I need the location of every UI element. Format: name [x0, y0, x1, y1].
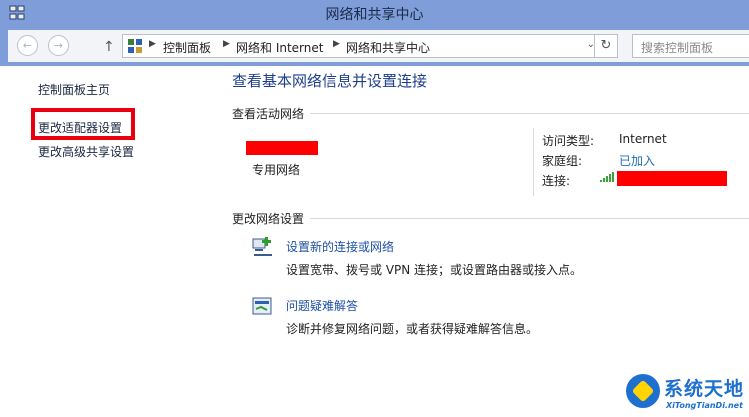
setup-connection-link[interactable]: 设置新的连接或网络 — [286, 238, 394, 255]
connection-label: 连接: — [542, 174, 571, 188]
setup-connection-desc: 设置宽带、拨号或 VPN 连接；或设置路由器或接入点。 — [286, 263, 583, 277]
address-bar[interactable]: ▶ 控制面板 ▶ 网络和 Internet ▶ 网络和共享中心 ⌄ — [122, 34, 602, 58]
section-change-settings: 更改网络设置 — [232, 210, 311, 227]
breadcrumb-network-internet[interactable]: 网络和 Internet — [236, 39, 323, 56]
network-type: 专用网络 — [252, 163, 301, 177]
arrow-right-icon: → — [53, 39, 64, 52]
homegroup-label: 家庭组: — [542, 154, 583, 168]
search-input[interactable]: 搜索控制面板 — [632, 34, 749, 58]
refresh-icon: ↻ — [600, 38, 612, 53]
arrow-up-icon: ↑ — [103, 39, 115, 55]
left-pane: 控制面板主页 更改适配器设置 更改高级共享设置 — [0, 66, 219, 417]
refresh-button[interactable]: ↻ — [594, 34, 618, 58]
redacted-connection-name[interactable] — [617, 171, 727, 186]
main-pane: 查看基本网络信息并设置连接 查看活动网络 专用网络 访问类型: Internet… — [219, 66, 749, 417]
up-button[interactable]: ↑ — [103, 39, 115, 55]
window-title: 网络和共享中心 — [325, 7, 424, 23]
new-connection-icon — [252, 237, 272, 256]
breadcrumb-separator-icon: ▶ — [149, 39, 156, 49]
homegroup-link[interactable]: 已加入 — [619, 152, 655, 169]
section-active-networks: 查看活动网络 — [232, 105, 311, 122]
sidebar-item-home[interactable]: 控制面板主页 — [38, 81, 110, 98]
redacted-network-name — [246, 141, 318, 155]
watermark-text: 系统天地 — [664, 378, 745, 400]
divider — [533, 128, 534, 196]
sidebar-item-advanced-sharing[interactable]: 更改高级共享设置 — [38, 143, 134, 160]
troubleshoot-desc: 诊断并修复网络问题，或者获得疑难解答信息。 — [286, 322, 539, 336]
breadcrumb-separator-icon: ▶ — [333, 39, 340, 49]
access-type-value: Internet — [619, 132, 667, 146]
access-type-label: 访问类型: — [542, 134, 595, 148]
watermark-url: XiTongTianDi.net — [666, 401, 743, 410]
arrow-left-icon: ← — [22, 39, 33, 52]
watermark: 系统天地 XiTongTianDi.net — [626, 372, 749, 417]
back-button[interactable]: ← — [17, 35, 38, 56]
control-panel-icon — [128, 39, 142, 53]
navigation-bar: ← → ↑ ▶ 控制面板 ▶ 网络和 Internet ▶ 网络和共享中心 ⌄ … — [0, 26, 749, 66]
breadcrumb-network-center[interactable]: 网络和共享中心 — [346, 39, 430, 56]
title-bar: 网络和共享中心 — [0, 0, 749, 26]
breadcrumb-control-panel[interactable]: 控制面板 — [163, 39, 211, 56]
breadcrumb-separator-icon: ▶ — [223, 39, 230, 49]
page-title: 查看基本网络信息并设置连接 — [232, 72, 428, 90]
signal-icon — [600, 172, 614, 182]
troubleshoot-link[interactable]: 问题疑难解答 — [286, 297, 358, 314]
troubleshoot-icon — [252, 297, 272, 315]
sidebar-item-adapter-settings[interactable]: 更改适配器设置 — [38, 119, 122, 136]
watermark-logo-icon — [626, 374, 660, 408]
forward-button[interactable]: → — [48, 35, 69, 56]
